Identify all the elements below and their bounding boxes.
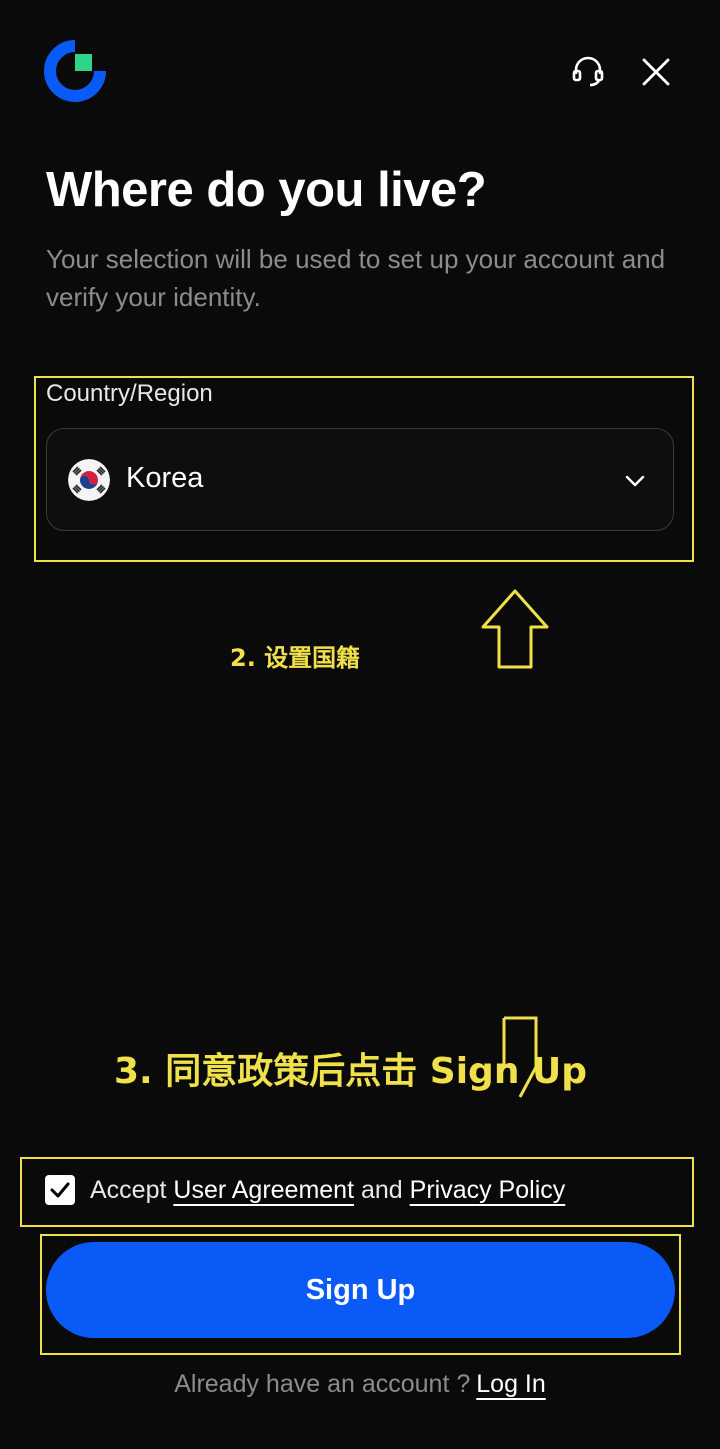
up-arrow-annotation-icon — [480, 588, 550, 670]
app-logo — [44, 40, 106, 102]
login-prompt: Already have an account ? Log In — [0, 1370, 720, 1399]
agreement-prefix: Accept — [90, 1176, 167, 1204]
checkmark-icon — [50, 1182, 70, 1198]
down-arrow-annotation-icon — [500, 1015, 540, 1100]
agreement-and: and — [360, 1176, 403, 1204]
selected-country: Korea — [126, 462, 204, 494]
close-button[interactable] — [636, 52, 676, 92]
already-have-account-text: Already have an account ? — [174, 1370, 471, 1398]
user-agreement-link[interactable]: User Agreement — [173, 1176, 354, 1204]
agreement-text: Accept User Agreement and Privacy Policy — [90, 1176, 565, 1205]
chevron-down-icon — [620, 466, 650, 496]
country-field-label: Country/Region — [46, 380, 213, 407]
app-logo-icon — [44, 40, 106, 102]
close-icon — [642, 58, 670, 86]
korea-flag-icon — [68, 459, 110, 501]
page-title: Where do you live? — [46, 163, 487, 217]
customer-support-button[interactable] — [568, 52, 608, 92]
log-in-link[interactable]: Log In — [476, 1370, 546, 1398]
agreement-checkbox[interactable] — [45, 1175, 75, 1205]
page-subtitle: Your selection will be used to set up yo… — [46, 244, 666, 312]
sign-up-button[interactable]: Sign Up — [46, 1242, 675, 1338]
privacy-policy-link[interactable]: Privacy Policy — [410, 1176, 566, 1204]
headset-icon — [572, 56, 604, 87]
annotation-step-2: 2. 设置国籍 — [230, 644, 361, 672]
